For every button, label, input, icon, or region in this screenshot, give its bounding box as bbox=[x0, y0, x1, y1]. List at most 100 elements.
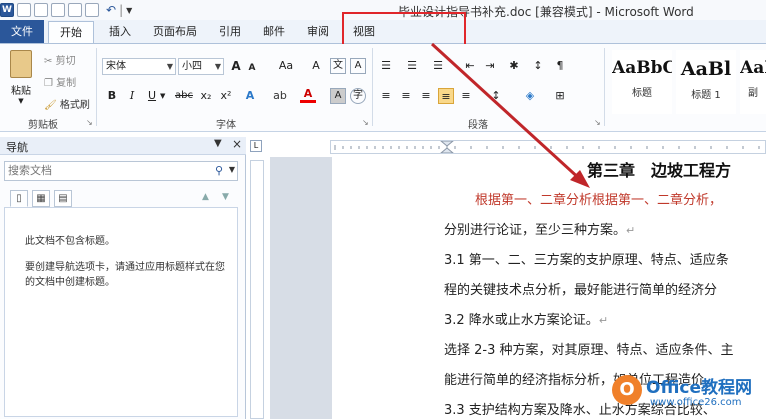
format-painter-button[interactable]: 🖌 格式刷 bbox=[44, 96, 90, 111]
paste-label: 粘贴 bbox=[11, 86, 31, 97]
document-line[interactable]: 3.2 降水或止水方案论证。↵ bbox=[444, 309, 608, 328]
chapter-heading[interactable]: 第三章 边坡工程方 bbox=[587, 157, 731, 181]
highlight-color-icon[interactable]: ab bbox=[272, 88, 288, 104]
print-preview-icon[interactable] bbox=[68, 3, 82, 17]
tab-references[interactable]: 引用 bbox=[212, 21, 248, 43]
font-name-combo[interactable]: 宋体 ▼ bbox=[102, 58, 176, 75]
document-line[interactable]: 3.1 第一、二、三方案的支护原理、特点、适应条 bbox=[444, 249, 729, 268]
line-text: 3.2 降水或止水方案论证。 bbox=[444, 313, 599, 328]
line-text: 分别进行论证，至少三种方案。 bbox=[444, 223, 627, 238]
character-border-icon[interactable]: A bbox=[350, 58, 366, 74]
paragraph-group-label: 段落 bbox=[468, 120, 488, 131]
bullets-icon[interactable]: ☰ bbox=[378, 58, 394, 74]
style-subtitle[interactable]: AaB 副 bbox=[740, 50, 766, 114]
style-preview: AaBbC bbox=[612, 58, 672, 78]
document-line[interactable]: 分别进行论证，至少三种方案。↵ bbox=[444, 219, 635, 238]
open-folder-icon[interactable] bbox=[34, 3, 48, 17]
style-title[interactable]: AaBbC 标题 bbox=[612, 50, 672, 114]
line-spacing-icon[interactable]: ↕ bbox=[488, 88, 504, 104]
spelling-icon[interactable] bbox=[85, 3, 99, 17]
chevron-down-icon: ▼ bbox=[214, 62, 221, 71]
search-icon[interactable]: ⚲ bbox=[215, 164, 223, 177]
clear-formatting-icon[interactable]: A bbox=[308, 58, 324, 74]
tab-selector[interactable]: L bbox=[250, 140, 262, 152]
superscript-button[interactable]: x² bbox=[218, 88, 234, 104]
numbering-icon[interactable]: ☰ bbox=[404, 58, 420, 74]
paste-button[interactable]: 粘贴 ▼ bbox=[6, 48, 36, 108]
navigation-title: 导航 bbox=[6, 141, 28, 154]
clipboard-group-label: 剪贴板 bbox=[28, 120, 58, 131]
distributed-button[interactable]: ≡ bbox=[458, 88, 474, 104]
phonetic-guide-icon[interactable]: 文 bbox=[330, 58, 346, 74]
tab-mailings[interactable]: 邮件 bbox=[256, 21, 292, 43]
align-left-button[interactable]: ≡ bbox=[378, 88, 394, 104]
clipboard-launcher-icon[interactable]: ↘ bbox=[86, 118, 93, 127]
tab-browse-results[interactable]: ▤ bbox=[54, 190, 72, 207]
brush-icon: 🖌 bbox=[44, 100, 57, 111]
group-divider bbox=[372, 48, 373, 126]
vertical-ruler[interactable] bbox=[250, 160, 264, 419]
document-line[interactable]: 选择 2-3 种方案，对其原理、特点、适应条件、主 bbox=[444, 339, 734, 358]
tab-page-layout[interactable]: 页面布局 bbox=[146, 21, 204, 43]
close-icon[interactable]: × bbox=[232, 137, 242, 151]
chinese-layout-icon[interactable]: ✱ bbox=[506, 58, 522, 74]
show-marks-icon[interactable]: ¶ bbox=[552, 58, 568, 74]
previous-heading-icon[interactable]: ▲ bbox=[202, 192, 209, 202]
underline-dropdown-icon[interactable]: ▼ bbox=[160, 92, 165, 100]
no-headings-message: 此文档不包含标题。 bbox=[25, 236, 115, 247]
shrink-font-icon[interactable]: A bbox=[244, 60, 260, 76]
undo-icon[interactable]: ↶ bbox=[106, 3, 116, 17]
sort-icon[interactable]: ↕ bbox=[530, 58, 546, 74]
paste-dropdown-icon: ▼ bbox=[18, 97, 24, 105]
borders-icon[interactable]: ⊞ bbox=[552, 88, 568, 104]
tab-browse-headings[interactable]: ▯ bbox=[10, 190, 28, 207]
pane-options-icon[interactable]: ▼ bbox=[214, 138, 222, 149]
bold-button[interactable]: B bbox=[104, 88, 120, 104]
new-document-icon[interactable] bbox=[17, 3, 31, 17]
document-line[interactable]: 程的关键技术点分析，最好能进行简单的经济分 bbox=[444, 279, 717, 298]
align-center-button[interactable]: ≡ bbox=[398, 88, 414, 104]
strikethrough-button[interactable]: abc bbox=[174, 88, 194, 104]
change-case-icon[interactable]: Aa bbox=[276, 58, 296, 74]
customize-qat-icon[interactable]: ▼ bbox=[126, 6, 132, 15]
copy-icon: ❐ bbox=[44, 78, 53, 89]
copy-button[interactable]: ❐ 复制 bbox=[44, 74, 76, 89]
subscript-button[interactable]: x₂ bbox=[198, 88, 214, 104]
grow-font-icon[interactable]: A bbox=[228, 58, 244, 74]
save-icon[interactable] bbox=[51, 3, 65, 17]
character-shading-icon[interactable]: A bbox=[330, 88, 346, 104]
decrease-indent-icon[interactable]: ⇤ bbox=[462, 58, 478, 74]
multilevel-list-icon[interactable]: ☰ bbox=[430, 58, 446, 74]
style-name: 副 bbox=[748, 88, 758, 99]
enclose-characters-icon[interactable]: 字 bbox=[350, 88, 366, 104]
font-color-icon[interactable]: A bbox=[300, 88, 316, 103]
navigation-search-box[interactable]: ⚲ ▼ bbox=[4, 161, 238, 181]
document-line-red[interactable]: 根据第一、二章分析根据第一、二章分析， bbox=[475, 189, 722, 208]
shading-icon[interactable]: ◈ bbox=[522, 88, 538, 104]
justify-button[interactable]: ≡ bbox=[438, 88, 454, 104]
horizontal-ruler[interactable] bbox=[330, 140, 766, 154]
paragraph-launcher-icon[interactable]: ↘ bbox=[594, 118, 601, 127]
tab-home[interactable]: 开始 bbox=[48, 21, 94, 43]
chevron-down-icon[interactable]: ▼ bbox=[229, 165, 235, 174]
word-app-icon[interactable]: W bbox=[0, 3, 14, 17]
tab-file[interactable]: 文件 bbox=[0, 20, 44, 43]
text-effects-icon[interactable]: A bbox=[242, 88, 258, 104]
style-name: 标题 bbox=[632, 88, 652, 99]
tab-browse-pages[interactable]: ▦ bbox=[32, 190, 50, 207]
group-divider bbox=[96, 48, 97, 126]
increase-indent-icon[interactable]: ⇥ bbox=[482, 58, 498, 74]
underline-button[interactable]: U bbox=[144, 88, 160, 104]
cut-button[interactable]: ✂ 剪切 bbox=[44, 52, 76, 67]
search-input[interactable] bbox=[8, 164, 198, 177]
italic-button[interactable]: I bbox=[124, 88, 140, 104]
next-heading-icon[interactable]: ▼ bbox=[222, 192, 229, 202]
font-launcher-icon[interactable]: ↘ bbox=[362, 118, 369, 127]
redo-icon[interactable]: | bbox=[119, 3, 123, 17]
align-right-button[interactable]: ≡ bbox=[418, 88, 434, 104]
tab-insert[interactable]: 插入 bbox=[100, 21, 140, 43]
style-heading-1[interactable]: AaBl 标题 1 bbox=[676, 50, 736, 114]
font-size-combo[interactable]: 小四 ▼ bbox=[178, 58, 224, 75]
tab-review[interactable]: 审阅 bbox=[300, 21, 336, 43]
watermark-url: www.office26.com bbox=[650, 397, 742, 408]
